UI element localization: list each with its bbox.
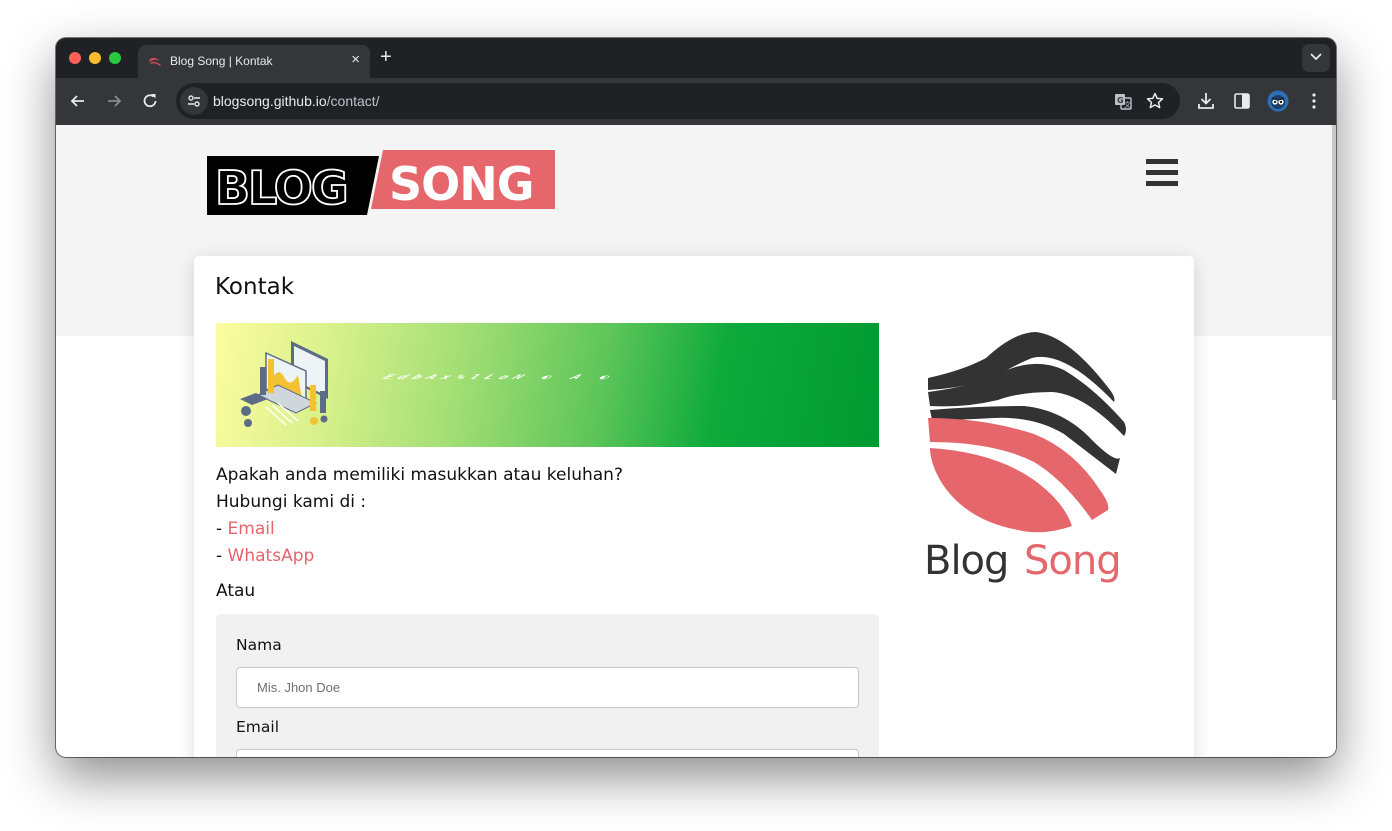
contact-lead-text: Hubungi kami di : — [216, 492, 367, 512]
list-dash: - — [216, 519, 228, 539]
contact-form: Nama Email — [216, 614, 879, 757]
more-menu-icon[interactable] — [1304, 91, 1324, 111]
browser-window: Blog Song | Kontak × + blogsong.github.i… — [56, 38, 1336, 757]
tab-strip: Blog Song | Kontak × + — [56, 38, 1336, 78]
page-title: Kontak — [215, 274, 295, 300]
minimize-window-button[interactable] — [89, 52, 101, 64]
logo-text-blog: BLOG — [215, 161, 347, 215]
zoom-window-button[interactable] — [109, 52, 121, 64]
contact-banner: EdbAx%lLoN ◐ A ◐ — [216, 323, 879, 447]
blogsong-brand-logo: Blog Song — [924, 332, 1126, 584]
intro-text: Apakah anda memiliki masukkan atau keluh… — [216, 465, 623, 485]
list-dash: - — [216, 546, 228, 566]
email-label: Email — [236, 718, 280, 736]
email-input[interactable] — [236, 749, 859, 757]
tab-title: Blog Song | Kontak — [170, 54, 273, 68]
new-tab-button[interactable]: + — [380, 46, 392, 69]
whatsapp-link[interactable]: WhatsApp — [228, 546, 315, 566]
tab-blog-song-kontak[interactable]: Blog Song | Kontak × — [138, 45, 370, 78]
contact-card: Kontak EdbAx%lLoN ◐ A ◐ Apakah anda memi… — [194, 256, 1194, 757]
page-scrollbar[interactable] — [1332, 125, 1336, 757]
close-tab-icon[interactable]: × — [351, 51, 360, 68]
email-link[interactable]: Email — [228, 519, 275, 539]
svg-text:G: G — [1117, 96, 1124, 105]
site-info-button[interactable] — [180, 87, 208, 115]
reload-icon[interactable] — [140, 91, 160, 111]
profile-avatar-icon[interactable] — [1267, 90, 1289, 112]
analytics-illustration-icon — [240, 341, 328, 427]
chevron-down-icon — [1310, 53, 1322, 61]
site-info-icon — [188, 95, 200, 107]
side-logo-blog: Blog — [924, 538, 1008, 584]
address-bar[interactable]: blogsong.github.io/contact/ G 文 — [176, 83, 1180, 119]
url-text[interactable]: blogsong.github.io/contact/ — [213, 93, 380, 109]
name-label: Nama — [236, 636, 282, 654]
close-window-button[interactable] — [69, 52, 81, 64]
side-panel-icon[interactable] — [1232, 91, 1252, 111]
hamburger-menu-icon[interactable] — [1146, 159, 1179, 187]
bookmark-star-icon[interactable] — [1146, 92, 1164, 110]
site-logo[interactable]: BLOG SONG — [207, 150, 555, 216]
desktop: Blog Song | Kontak × + blogsong.github.i… — [0, 0, 1392, 831]
tab-search-button[interactable] — [1302, 44, 1330, 72]
email-link-row: - Email — [216, 519, 275, 539]
svg-text:文: 文 — [1124, 100, 1131, 109]
side-logo-song: Song — [1024, 538, 1121, 584]
url-path: /contact/ — [326, 93, 380, 109]
download-icon[interactable] — [1196, 91, 1216, 111]
page-viewport: BLOG SONG Kontak EdbAx%lLoN ◐ A ◐ Apakah… — [56, 125, 1336, 757]
forward-icon[interactable] — [104, 91, 124, 111]
name-input[interactable] — [236, 667, 859, 708]
back-icon[interactable] — [68, 91, 88, 111]
banner-text: EdbAx%lLoN ◐ A ◐ — [379, 373, 620, 381]
logo-text-song: SONG — [389, 157, 534, 211]
or-label: Atau — [216, 581, 256, 601]
url-host: blogsong.github.io — [213, 93, 327, 109]
blogsong-favicon-icon — [149, 57, 161, 66]
whatsapp-link-row: - WhatsApp — [216, 546, 314, 566]
browser-toolbar: blogsong.github.io/contact/ G 文 — [56, 78, 1336, 125]
scrollbar-thumb[interactable] — [1332, 125, 1336, 400]
translate-icon[interactable]: G 文 — [1114, 92, 1132, 110]
